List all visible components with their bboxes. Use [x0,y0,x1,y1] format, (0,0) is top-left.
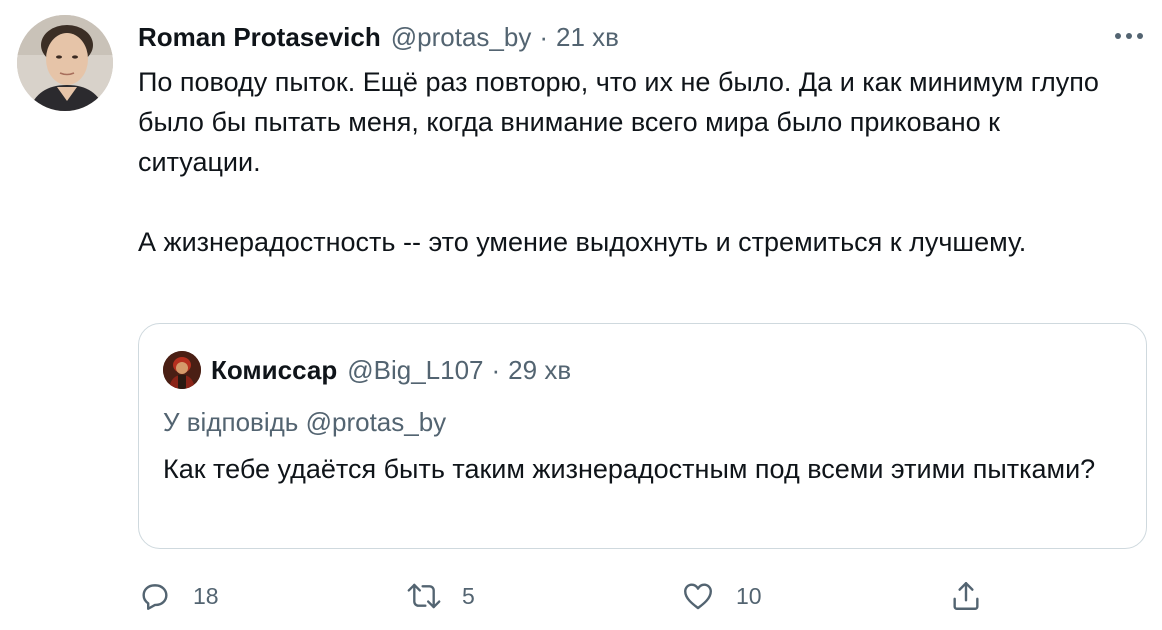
reply-count: 18 [193,582,219,609]
quoted-tweet-timestamp: 29 хв [508,354,572,385]
more-horizontal-icon [1115,33,1143,39]
quoted-author-avatar [163,351,201,389]
like-button[interactable]: 10 [680,574,762,618]
reply-button[interactable]: 18 [137,574,219,618]
reply-to-handle[interactable]: @protas_by [306,407,447,437]
quoted-tweet-header: Комиссар @Big_L107 · 29 хв [163,351,572,389]
author-handle[interactable]: @protas_by [391,22,532,53]
share-button[interactable] [948,574,984,618]
header-separator: · [539,21,548,52]
reply-context: У відповідь @protas_by [163,404,446,440]
quoted-tweet-text: Как тебе удаётся быть таким жизнерадостн… [163,454,1096,484]
tweet-timestamp[interactable]: 21 хв [556,22,619,53]
author-display-name[interactable]: Roman Protasevich [138,22,381,53]
tweet-paragraph-2: А жизнерадостность -- это умение выдохну… [138,227,1027,257]
reply-bubble-icon [137,578,173,614]
reply-prefix: У відповідь [163,407,299,437]
quoted-author-display-name: Комиссар [211,354,338,385]
author-avatar[interactable] [17,15,113,111]
tweet-text: По поводу пыток. Ещё раз повторю, что их… [138,62,1128,262]
quoted-tweet[interactable]: Комиссар @Big_L107 · 29 хв У відповідь @… [138,323,1147,549]
tweet-action-bar: 18 5 10 [0,574,1162,618]
like-count: 10 [736,582,762,609]
retweet-button[interactable]: 5 [406,574,475,618]
retweet-count: 5 [462,582,475,609]
quoted-header-separator: · [491,354,501,385]
retweet-icon [406,578,442,614]
tweet[interactable]: Roman Protasevich @protas_by · 21 хв По … [0,0,1162,630]
share-upload-icon [948,578,984,614]
heart-icon [680,578,716,614]
tweet-paragraph-1: По поводу пыток. Ещё раз повторю, что их… [138,67,1099,177]
tweet-header: Roman Protasevich @protas_by · 21 хв [138,20,619,54]
more-options-button[interactable] [1112,22,1146,50]
quoted-author-handle: @Big_L107 [347,354,484,385]
